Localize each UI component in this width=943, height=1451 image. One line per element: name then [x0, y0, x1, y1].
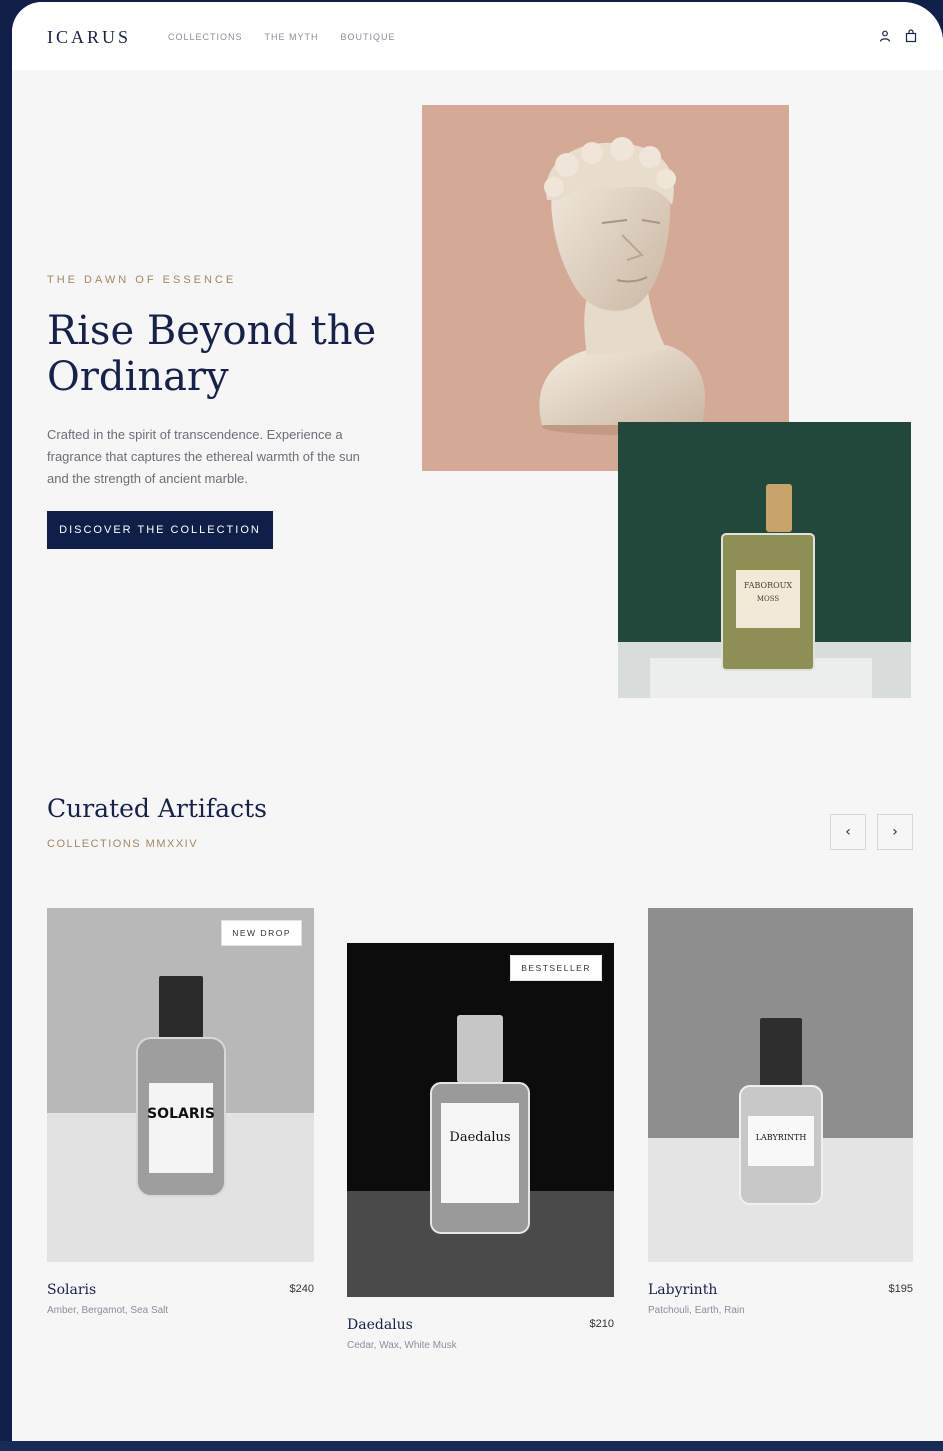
- product-notes: Patchouli, Earth, Rain: [648, 1305, 745, 1316]
- statue-bust-image: [422, 105, 789, 471]
- product-card-daedalus[interactable]: Daedalus BESTSELLER Daedalus $210 Cedar,…: [347, 943, 614, 1351]
- bottle-label-daedalus: Daedalus: [449, 1130, 510, 1145]
- carousel-next-button[interactable]: ›: [877, 814, 913, 850]
- new-drop-badge: NEW DROP: [221, 920, 302, 946]
- nav-collections[interactable]: COLLECTIONS: [168, 32, 243, 42]
- product-image-daedalus: Daedalus BESTSELLER: [347, 943, 614, 1297]
- user-icon[interactable]: [878, 29, 892, 43]
- product-name[interactable]: Labyrinth: [648, 1282, 717, 1298]
- product-price: $240: [289, 1283, 314, 1295]
- product-image-solaris: SOLARIS NEW DROP: [47, 908, 314, 1262]
- footer-edge: [0, 1441, 943, 1451]
- main-nav: COLLECTIONS THE MYTH BOUTIQUE: [168, 32, 396, 42]
- bottle-label-text-1: FABOROUX: [744, 581, 793, 590]
- hero-title: Rise Beyond the Ordinary: [47, 308, 377, 400]
- header-actions: [878, 29, 918, 43]
- discover-collection-button[interactable]: DISCOVER THE COLLECTION: [47, 511, 273, 549]
- product-price: $195: [888, 1283, 913, 1295]
- section-subtitle: COLLECTIONS MMXXIV: [47, 838, 199, 850]
- section-title: Curated Artifacts: [47, 794, 267, 823]
- nav-boutique[interactable]: BOUTIQUE: [341, 32, 396, 42]
- site-header: ICARUS COLLECTIONS THE MYTH BOUTIQUE: [12, 2, 943, 70]
- chevron-right-icon: ›: [892, 824, 898, 840]
- product-image-labyrinth: LABYRINTH: [648, 908, 913, 1262]
- product-card-solaris[interactable]: SOLARIS NEW DROP Solaris $240 Amber, Ber…: [47, 908, 314, 1316]
- product-name[interactable]: Solaris: [47, 1282, 96, 1298]
- product-card-labyrinth[interactable]: LABYRINTH Labyrinth $195 Patchouli, Eart…: [648, 908, 913, 1316]
- hero-eyebrow: THE DAWN OF ESSENCE: [47, 274, 237, 286]
- product-notes: Amber, Bergamot, Sea Salt: [47, 1305, 169, 1316]
- product-price: $210: [589, 1318, 614, 1330]
- shopping-bag-icon[interactable]: [904, 29, 918, 43]
- page-frame: ICARUS COLLECTIONS THE MYTH BOUTIQUE THE…: [12, 2, 943, 1442]
- carousel-prev-button[interactable]: ‹: [830, 814, 866, 850]
- green-bottle-image: FABOROUX MOSS: [618, 422, 911, 698]
- nav-the-myth[interactable]: THE MYTH: [265, 32, 319, 42]
- bestseller-badge: BESTSELLER: [510, 955, 602, 981]
- hero-description: Crafted in the spirit of transcendence. …: [47, 427, 360, 486]
- bottle-label-solaris: SOLARIS: [147, 1106, 215, 1122]
- product-name[interactable]: Daedalus: [347, 1317, 413, 1333]
- product-notes: Cedar, Wax, White Musk: [347, 1340, 457, 1351]
- brand-logo[interactable]: ICARUS: [47, 27, 131, 48]
- bottle-label-text-2: MOSS: [757, 595, 780, 603]
- bottle-label-labyrinth: LABYRINTH: [756, 1133, 807, 1142]
- chevron-left-icon: ‹: [845, 824, 851, 840]
